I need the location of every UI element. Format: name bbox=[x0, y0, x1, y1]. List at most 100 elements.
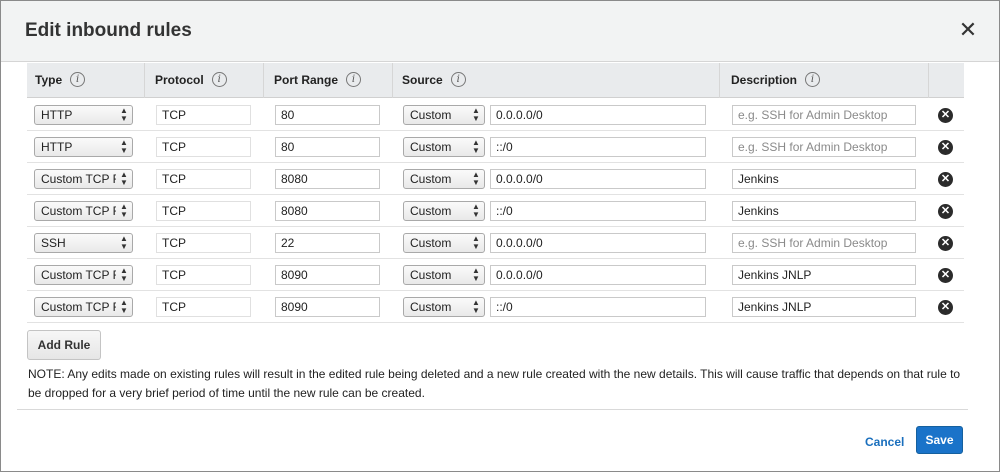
source-cidr-input[interactable]: 0.0.0.0/0 bbox=[490, 265, 706, 285]
port-range-input[interactable]: 80 bbox=[275, 105, 380, 125]
up-down-chevron-icon: ▲ ▼ bbox=[472, 106, 480, 123]
port-range-input[interactable]: 8090 bbox=[275, 265, 380, 285]
column-header-source: Source i bbox=[393, 63, 720, 98]
up-down-chevron-icon: ▲ ▼ bbox=[120, 202, 128, 219]
protocol-field[interactable]: TCP bbox=[156, 265, 251, 285]
description-input[interactable]: e.g. SSH for Admin Desktop bbox=[732, 233, 916, 253]
source-cidr-input[interactable]: ::/0 bbox=[490, 297, 706, 317]
description-input[interactable]: Jenkins JNLP bbox=[732, 265, 916, 285]
protocol-field[interactable]: TCP bbox=[156, 137, 251, 157]
info-icon[interactable]: i bbox=[211, 72, 227, 88]
up-down-chevron-icon: ▲ ▼ bbox=[472, 298, 480, 315]
table-row: HTTP ▲ ▼ TCP 80 Custom ▲ ▼::/0 e.g. SSH for Admi… bbox=[27, 131, 964, 163]
source-cidr-input[interactable]: ::/0 bbox=[490, 201, 706, 221]
info-icon[interactable]: i bbox=[346, 72, 362, 88]
add-rule-button[interactable]: Add Rule bbox=[27, 330, 101, 360]
type-select[interactable]: Custom TCP Rule ▲▼ bbox=[34, 265, 133, 285]
close-icon[interactable]: ✕ bbox=[957, 19, 979, 41]
source-type-select[interactable]: Custom ▲ ▼ bbox=[403, 265, 485, 285]
column-header-port-range: Port Range i bbox=[264, 63, 393, 98]
protocol-field[interactable]: TCP bbox=[156, 233, 251, 253]
source-type-select[interactable]: Custom ▲ ▼ bbox=[403, 233, 485, 253]
remove-circle-icon[interactable]: ✕ bbox=[938, 236, 953, 251]
remove-circle-icon[interactable]: ✕ bbox=[938, 204, 953, 219]
up-down-chevron-icon: ▲ ▼ bbox=[120, 138, 128, 155]
description-input[interactable]: Jenkins bbox=[732, 169, 916, 189]
type-select-value: Custom TCP Rule bbox=[41, 172, 116, 186]
remove-circle-icon[interactable]: ✕ bbox=[938, 108, 953, 123]
up-down-chevron-icon: ▲ ▼ bbox=[472, 202, 480, 219]
port-range-input[interactable]: 22 bbox=[275, 233, 380, 253]
source-type-select-value: Custom bbox=[410, 236, 452, 250]
type-select-value: HTTP bbox=[41, 108, 73, 122]
source-cidr-input[interactable]: 0.0.0.0/0 bbox=[490, 105, 706, 125]
table-row: Custom TCP Rule ▲▼ TCP 8090 Custom ▲▼::/0 Jenk… bbox=[27, 291, 964, 323]
source-type-select[interactable]: Custom ▲ ▼ bbox=[403, 105, 485, 125]
protocol-field[interactable]: TCP bbox=[156, 169, 251, 189]
type-select[interactable]: Custom TCP Rule ▲▼ bbox=[34, 169, 133, 189]
column-header-type: Type i bbox=[27, 63, 145, 98]
type-select-value: Custom TCP Rule bbox=[41, 204, 116, 218]
column-header-actions bbox=[929, 63, 964, 98]
up-down-chevron-icon: ▲ ▼ bbox=[120, 266, 128, 283]
up-down-chevron-icon: ▲ ▼ bbox=[472, 266, 480, 283]
type-select[interactable]: SSH ▲ ▼ bbox=[34, 233, 133, 253]
source-type-select[interactable]: Custom ▲ ▼ bbox=[403, 169, 485, 189]
type-select-value: HTTP bbox=[41, 140, 73, 154]
dialog-title: Edit inbound rules bbox=[25, 20, 192, 41]
inbound-rules-table: Type i Protocol i Port Range i Source i Desc… bbox=[27, 63, 964, 323]
description-input[interactable]: e.g. SSH for Admin Desktop bbox=[732, 105, 916, 125]
type-select[interactable]: HTTP ▲ ▼ bbox=[34, 105, 133, 125]
info-icon[interactable]: i bbox=[450, 72, 466, 88]
table-row: HTTP ▲ ▼ TCP 80 Custom ▲ ▼ 0.0.0.0/0 e.g. SSH for… bbox=[27, 99, 964, 131]
description-input[interactable]: e.g. SSH for Admin Desktop bbox=[732, 137, 916, 157]
source-type-select[interactable]: Custom ▲ ▼ bbox=[403, 201, 485, 221]
up-down-chevron-icon: ▲ ▼ bbox=[120, 298, 128, 315]
type-select[interactable]: Custom TCP Rule ▲▼ bbox=[34, 201, 133, 221]
port-range-input[interactable]: 8080 bbox=[275, 201, 380, 221]
remove-circle-icon[interactable]: ✕ bbox=[938, 300, 953, 315]
info-icon[interactable]: i bbox=[70, 72, 86, 88]
description-input[interactable]: Jenkins bbox=[732, 201, 916, 221]
source-cidr-input[interactable]: 0.0.0.0/0 bbox=[490, 233, 706, 253]
up-down-chevron-icon: ▲ ▼ bbox=[120, 106, 128, 123]
protocol-field[interactable]: TCP bbox=[156, 105, 251, 125]
type-select-value: Custom TCP Rule bbox=[41, 268, 116, 282]
source-type-select-value: Custom bbox=[410, 204, 452, 218]
info-icon[interactable]: i bbox=[805, 72, 821, 88]
type-select[interactable]: Custom TCP Rule ▲▼ bbox=[34, 297, 133, 317]
table-row: Custom TCP Rule ▲▼ TCP 8080 Custom ▲▼ 0.0.0.0/… bbox=[27, 163, 964, 195]
type-select[interactable]: HTTP ▲ ▼ bbox=[34, 137, 133, 157]
table-row: Custom TCP Rule ▲▼ TCP 8080 Custom ▲▼::/0 Jenk… bbox=[27, 195, 964, 227]
source-type-select[interactable]: Custom ▲ ▼ bbox=[403, 297, 485, 317]
edit-inbound-rules-dialog: Edit inbound rules ✕ Type i Protocol i Por… bbox=[0, 0, 1000, 472]
source-type-select-value: Custom bbox=[410, 268, 452, 282]
port-range-input[interactable]: 8080 bbox=[275, 169, 380, 189]
remove-circle-icon[interactable]: ✕ bbox=[938, 268, 953, 283]
port-range-input[interactable]: 8090 bbox=[275, 297, 380, 317]
source-type-select-value: Custom bbox=[410, 300, 452, 314]
source-cidr-input[interactable]: 0.0.0.0/0 bbox=[490, 169, 706, 189]
cancel-button[interactable]: Cancel bbox=[865, 435, 904, 449]
protocol-field[interactable]: TCP bbox=[156, 201, 251, 221]
protocol-field[interactable]: TCP bbox=[156, 297, 251, 317]
source-type-select-value: Custom bbox=[410, 140, 452, 154]
up-down-chevron-icon: ▲ ▼ bbox=[472, 234, 480, 251]
source-cidr-input[interactable]: ::/0 bbox=[490, 137, 706, 157]
up-down-chevron-icon: ▲ ▼ bbox=[120, 234, 128, 251]
remove-circle-icon[interactable]: ✕ bbox=[938, 140, 953, 155]
save-button[interactable]: Save bbox=[916, 426, 963, 454]
up-down-chevron-icon: ▲ ▼ bbox=[472, 138, 480, 155]
table-row: Custom TCP Rule ▲▼ TCP 8090 Custom ▲▼ 0.0.0.0/… bbox=[27, 259, 964, 291]
port-range-input[interactable]: 80 bbox=[275, 137, 380, 157]
up-down-chevron-icon: ▲ ▼ bbox=[120, 170, 128, 187]
column-header-description: Description i bbox=[720, 63, 929, 98]
type-select-value: SSH bbox=[41, 236, 66, 250]
source-type-select[interactable]: Custom ▲ ▼ bbox=[403, 137, 485, 157]
description-input[interactable]: Jenkins JNLP bbox=[732, 297, 916, 317]
column-header-protocol: Protocol i bbox=[145, 63, 264, 98]
table-header: Type i Protocol i Port Range i Source i Desc… bbox=[27, 63, 964, 98]
source-type-select-value: Custom bbox=[410, 172, 452, 186]
table-row: SSH ▲ ▼ TCP 22 Custom ▲ ▼ 0.0.0.0/0 e.g. SSH for … bbox=[27, 227, 964, 259]
remove-circle-icon[interactable]: ✕ bbox=[938, 172, 953, 187]
